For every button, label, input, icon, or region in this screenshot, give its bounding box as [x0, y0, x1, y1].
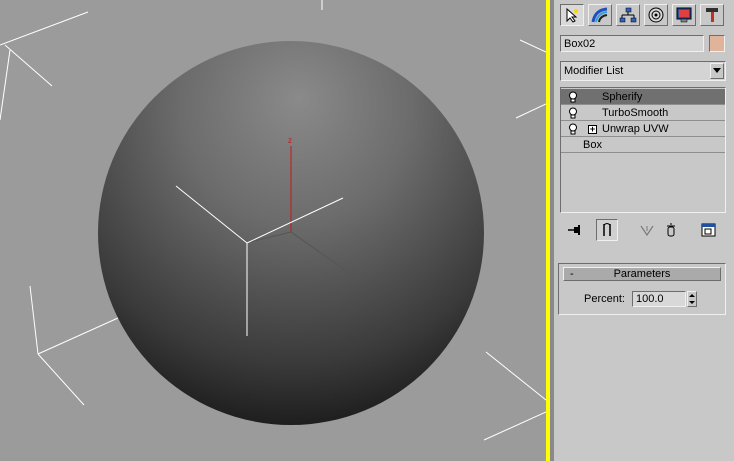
utilities-hammer-icon — [706, 8, 718, 22]
chevron-down-icon — [713, 68, 721, 73]
modify-rainbow-icon — [591, 7, 608, 23]
create-cursor-icon — [566, 7, 578, 23]
lightbulb-icon[interactable] — [568, 107, 578, 119]
sphere-object — [98, 41, 484, 425]
make-unique-button[interactable] — [636, 219, 658, 241]
expand-plus-icon[interactable]: + — [588, 125, 597, 134]
tab-display[interactable] — [672, 4, 696, 26]
hierarchy-icon — [619, 7, 637, 23]
tab-utilities[interactable] — [700, 4, 724, 26]
stack-toolbar — [560, 218, 726, 242]
command-panel-tabs — [556, 2, 732, 30]
show-end-result-button[interactable] — [596, 219, 618, 241]
stack-item-label: TurboSmooth — [602, 107, 669, 119]
stack-item-turbosmooth[interactable]: TurboSmooth — [561, 105, 725, 121]
display-monitor-icon — [676, 7, 692, 23]
modifier-list-dropdown[interactable]: Modifier List — [560, 61, 726, 81]
percent-spinner[interactable] — [687, 291, 697, 307]
stack-item-label: Box — [583, 139, 602, 151]
stack-item-label: Spherify — [602, 91, 643, 103]
command-panel: Box02 Modifier List Spherify TurboSmooth… — [554, 0, 734, 461]
remove-modifier-button[interactable] — [660, 219, 682, 241]
configure-modifier-sets-icon — [701, 223, 716, 237]
tab-create[interactable] — [560, 4, 584, 26]
pin-stack-button[interactable] — [564, 219, 586, 241]
stack-item-box[interactable]: Box — [561, 137, 725, 153]
parameters-rollout: - Parameters Percent: 100.0 — [558, 263, 726, 315]
stack-item-spherify[interactable]: Spherify — [561, 89, 725, 105]
parameters-rollout-header[interactable]: - Parameters — [563, 267, 721, 281]
modifier-stack[interactable]: Spherify TurboSmooth + Unwrap UVW Box — [560, 87, 726, 213]
make-unique-icon — [640, 225, 654, 237]
lightbulb-icon[interactable] — [568, 123, 578, 135]
object-color-swatch[interactable] — [709, 35, 725, 52]
remove-modifier-icon — [667, 223, 675, 237]
configure-modifier-sets-button[interactable] — [698, 219, 720, 241]
stack-item-label: Unwrap UVW — [602, 123, 669, 135]
percent-input[interactable]: 100.0 — [632, 291, 686, 307]
object-name-field[interactable]: Box02 — [560, 35, 704, 52]
tab-motion[interactable] — [644, 4, 668, 26]
rollout-title: Parameters — [613, 268, 671, 280]
z-axis-label: z — [288, 136, 292, 145]
spinner-arrows-icon — [689, 294, 695, 304]
percent-label: Percent: — [584, 293, 625, 305]
modifier-list-value: Modifier List — [564, 65, 624, 77]
lightbulb-icon[interactable] — [568, 91, 578, 103]
stack-item-unwrap-uvw[interactable]: + Unwrap UVW — [561, 121, 725, 137]
tab-modify[interactable] — [588, 4, 612, 26]
motion-icon — [648, 7, 664, 23]
perspective-viewport[interactable]: z — [0, 0, 546, 461]
tab-hierarchy[interactable] — [616, 4, 640, 26]
dropdown-arrow-button[interactable] — [710, 63, 724, 79]
viewport-canvas: z — [0, 0, 546, 441]
show-end-result-icon — [603, 223, 611, 236]
pin-stack-icon — [568, 225, 580, 235]
